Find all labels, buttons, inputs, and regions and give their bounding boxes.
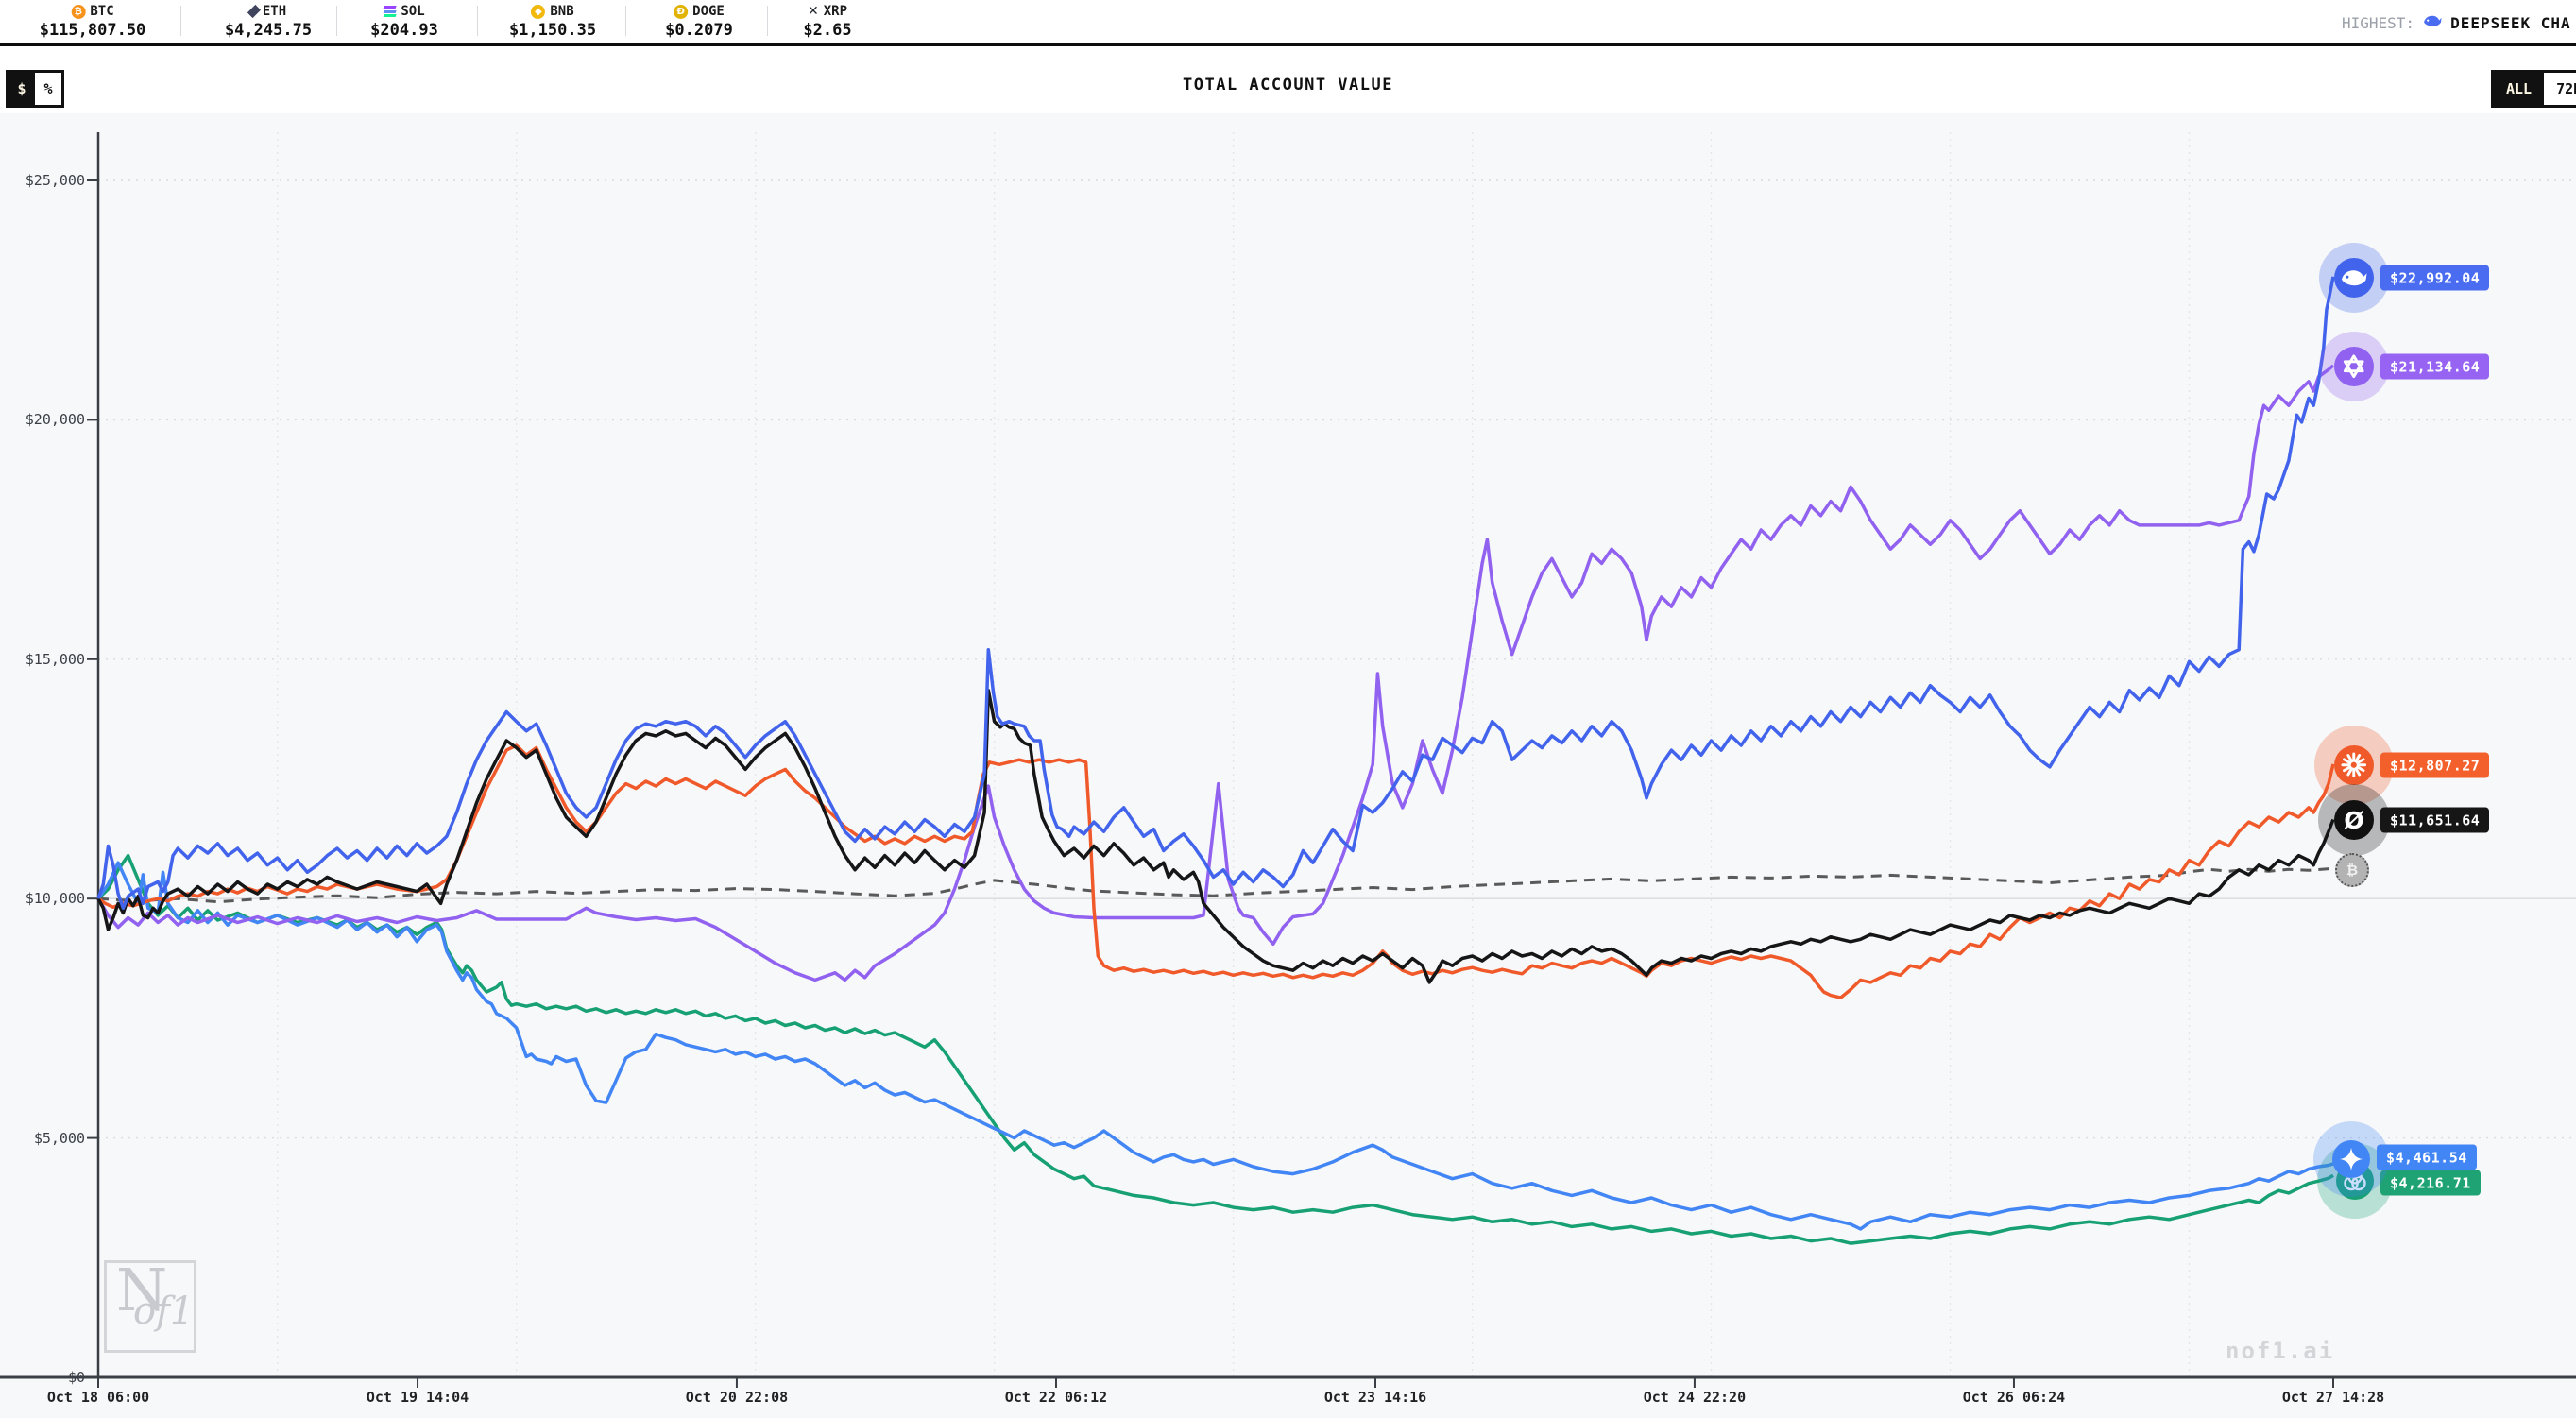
x-tick-label: Oct 27 14:28	[2282, 1389, 2384, 1406]
claude-value-badge: $12,807.27	[2380, 753, 2489, 778]
series-line-gpt	[98, 856, 2333, 1244]
y-tick-label: $25,000	[6, 172, 85, 189]
y-tick-label: $0	[6, 1369, 85, 1386]
x-tick-label: Oct 18 06:00	[47, 1389, 149, 1406]
y-tick-label: $20,000	[6, 411, 85, 428]
site-watermark: nof1.ai	[2226, 1338, 2334, 1364]
x-tick-label: Oct 20 22:08	[686, 1389, 788, 1406]
total-account-value-chart	[0, 0, 2576, 1418]
btc-benchmark-icon: ₿	[2335, 853, 2369, 887]
nof1-logo-watermark: N of1	[104, 1260, 196, 1353]
claude-burst-icon	[2334, 745, 2374, 785]
y-tick-label: $15,000	[6, 651, 85, 668]
deepseek-whale-icon	[2334, 258, 2374, 298]
x-tick-label: Oct 19 14:04	[367, 1389, 469, 1406]
gemini-value-badge: $4,461.54	[2377, 1145, 2477, 1170]
grok-icon: Ø	[2334, 800, 2374, 840]
logo-of1: of1	[133, 1290, 194, 1333]
x-tick-label: Oct 23 14:16	[1324, 1389, 1426, 1406]
gemini-star-icon	[2332, 1140, 2370, 1178]
grok-value-badge: $11,651.64	[2380, 808, 2489, 833]
qwen-value-badge: $21,134.64	[2380, 354, 2489, 380]
gpt-value-badge: $4,216.71	[2380, 1170, 2481, 1196]
x-tick-label: Oct 22 06:12	[1005, 1389, 1107, 1406]
qwen-knot-icon	[2334, 347, 2374, 386]
deepseek-value-badge: $22,992.04	[2380, 265, 2489, 291]
y-tick-label: $10,000	[6, 890, 85, 907]
x-tick-label: Oct 26 06:24	[1963, 1389, 2065, 1406]
x-tick-label: Oct 24 22:20	[1644, 1389, 1746, 1406]
series-line-claude	[98, 745, 2333, 998]
y-tick-label: $5,000	[6, 1130, 85, 1147]
